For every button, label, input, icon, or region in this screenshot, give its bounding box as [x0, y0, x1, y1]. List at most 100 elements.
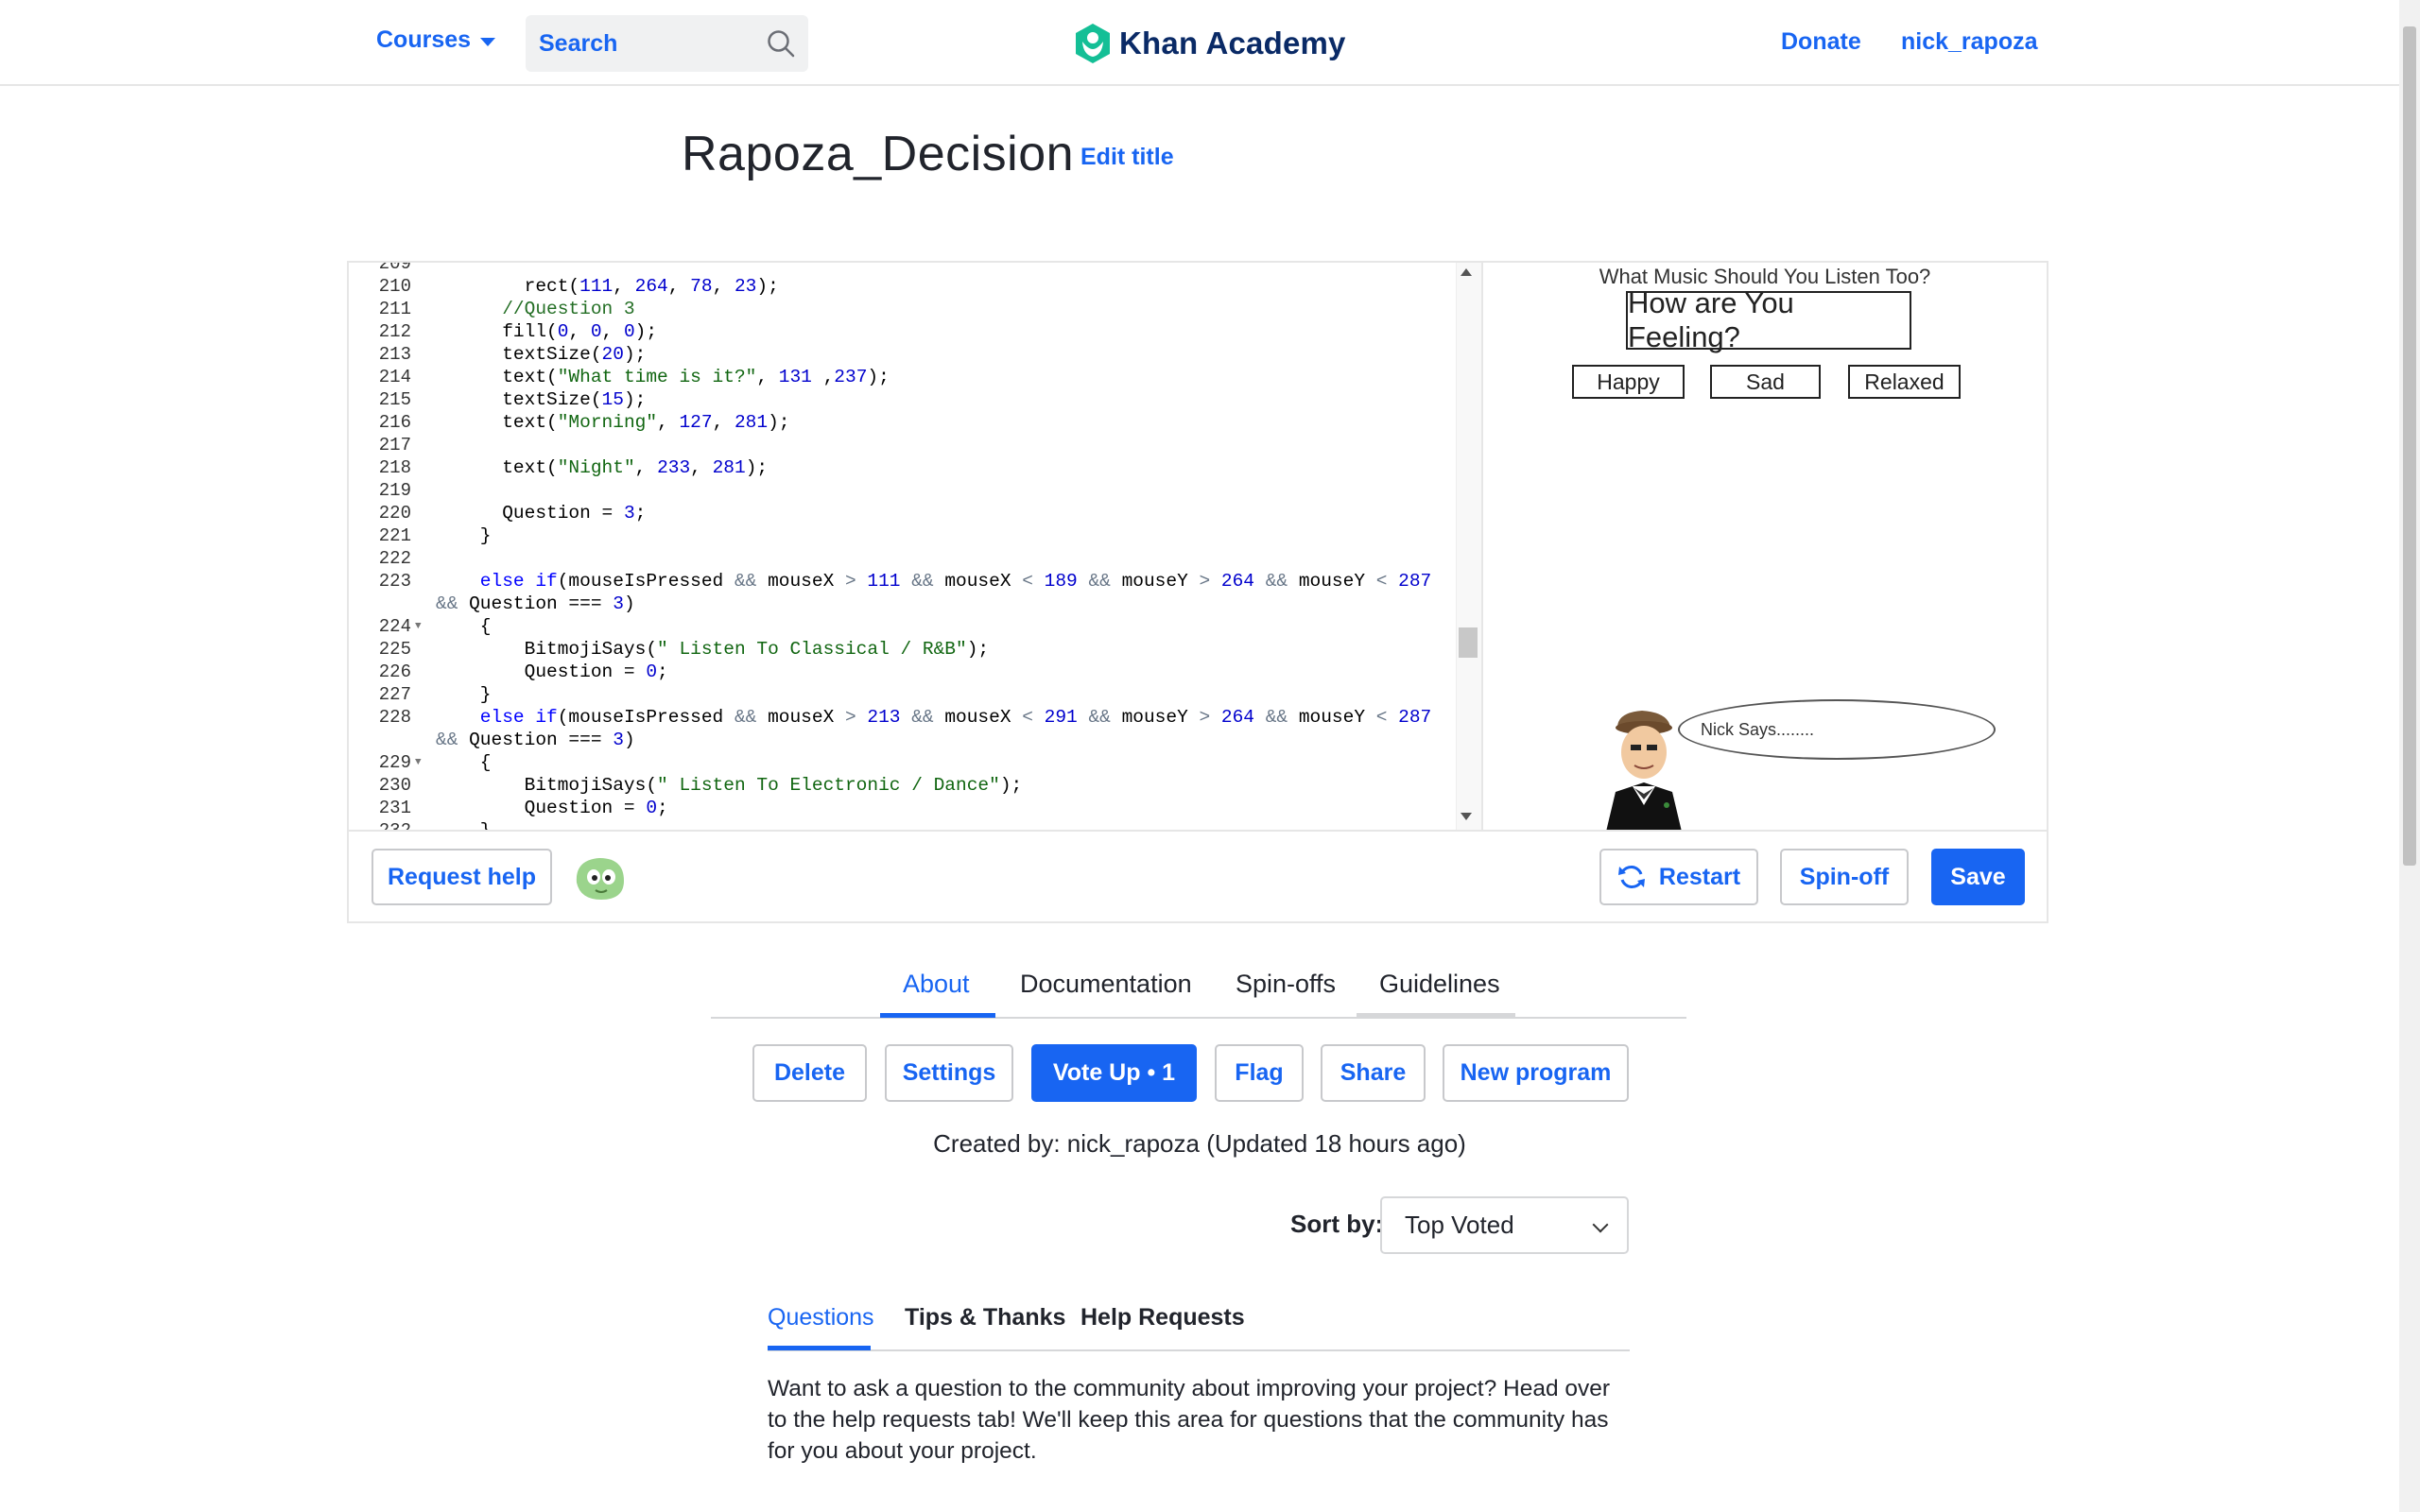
- code-line[interactable]: 214 text("What time is it?", 131 ,237);: [349, 366, 1455, 388]
- code-line[interactable]: 211 //Question 3: [349, 298, 1455, 320]
- code-line[interactable]: 212 fill(0, 0, 0);: [349, 320, 1455, 343]
- canvas-relaxed-button[interactable]: Relaxed: [1848, 365, 1961, 399]
- flag-button[interactable]: Flag: [1215, 1044, 1304, 1102]
- code-text: else if(mouseIsPressed && mouseX > 111 &…: [436, 571, 1432, 592]
- share-button[interactable]: Share: [1321, 1044, 1426, 1102]
- sort-select-value: Top Voted: [1405, 1211, 1514, 1239]
- canvas-sad-button[interactable]: Sad: [1710, 365, 1821, 399]
- page-scrollbar-thumb[interactable]: [2403, 26, 2416, 866]
- tab-spin-offs[interactable]: Spin-offs: [1236, 970, 1336, 999]
- code-line[interactable]: 230 BitmojiSays(" Listen To Electronic /…: [349, 774, 1455, 797]
- caret-down-icon: [480, 38, 496, 46]
- code-text: fill(0, 0, 0);: [436, 321, 658, 342]
- code-line[interactable]: 232 }: [349, 819, 1455, 830]
- line-number: 228: [378, 707, 411, 728]
- code-line[interactable]: && Question === 3): [349, 729, 1455, 751]
- line-number: 218: [378, 457, 411, 478]
- code-line[interactable]: 231 Question = 0;: [349, 797, 1455, 819]
- tab-help-requests[interactable]: Help Requests: [1080, 1304, 1245, 1332]
- created-by-text: Created by: nick_rapoza (Updated 18 hour…: [933, 1129, 1466, 1158]
- line-number: 215: [378, 389, 411, 410]
- code-line[interactable]: 217: [349, 434, 1455, 456]
- code-text: && Question === 3): [436, 730, 635, 750]
- user-menu[interactable]: nick_rapoza: [1901, 28, 2038, 56]
- program-output-canvas[interactable]: What Music Should You Listen Too? How ar…: [1483, 263, 2047, 830]
- code-line[interactable]: 224 ▼ {: [349, 615, 1455, 638]
- line-number: 230: [378, 775, 411, 796]
- line-number: 224: [378, 616, 411, 637]
- code-line[interactable]: 220 Question = 3;: [349, 502, 1455, 524]
- search-placeholder: Search: [539, 29, 618, 57]
- line-number: 214: [378, 367, 411, 387]
- line-number: 209: [378, 263, 411, 274]
- search-icon[interactable]: [767, 29, 795, 58]
- canvas-happy-button[interactable]: Happy: [1572, 365, 1685, 399]
- request-help-button[interactable]: Request help: [372, 849, 552, 905]
- tab-questions[interactable]: Questions: [768, 1304, 874, 1332]
- code-line[interactable]: 213 textSize(20);: [349, 343, 1455, 366]
- avatar[interactable]: [571, 849, 630, 905]
- scroll-down-arrow-icon[interactable]: [1461, 813, 1472, 820]
- code-line[interactable]: 222: [349, 547, 1455, 570]
- code-text: Question = 0;: [436, 662, 668, 682]
- line-number: 217: [378, 435, 411, 455]
- code-text: textSize(20);: [436, 344, 647, 365]
- settings-button[interactable]: Settings: [885, 1044, 1013, 1102]
- questions-help-text: Want to ask a question to the community …: [768, 1376, 1611, 1464]
- search-input[interactable]: Search: [526, 15, 808, 72]
- tab-tips-and-thanks[interactable]: Tips & Thanks: [905, 1304, 1065, 1332]
- code-text: && Question === 3): [436, 593, 635, 614]
- fold-arrow-icon[interactable]: ▼: [415, 615, 422, 638]
- tab-documentation[interactable]: Documentation: [1020, 970, 1192, 999]
- code-line[interactable]: 210 rect(111, 264, 78, 23);: [349, 275, 1455, 298]
- line-number: 232: [349, 819, 411, 830]
- code-text: //Question 3: [436, 299, 635, 319]
- tab-guidelines[interactable]: Guidelines: [1379, 970, 1500, 999]
- code-text: BitmojiSays(" Listen To Electronic / Dan…: [436, 775, 1023, 796]
- new-program-button[interactable]: New program: [1443, 1044, 1629, 1102]
- line-number: 216: [378, 412, 411, 433]
- sort-select[interactable]: Top Voted: [1380, 1196, 1629, 1254]
- code-line[interactable]: 225 BitmojiSays(" Listen To Classical / …: [349, 638, 1455, 661]
- editor-scrollbar[interactable]: [1456, 263, 1481, 830]
- scroll-up-arrow-icon[interactable]: [1461, 268, 1472, 276]
- code-line[interactable]: 228 else if(mouseIsPressed && mouseX > 2…: [349, 706, 1455, 729]
- fold-arrow-icon[interactable]: ▼: [415, 751, 422, 774]
- line-number: 219: [378, 480, 411, 501]
- courses-menu[interactable]: Courses: [376, 26, 496, 54]
- code-text: text("Night", 233, 281);: [436, 457, 769, 478]
- code-text: {: [436, 616, 492, 637]
- spin-off-button[interactable]: Spin-off: [1780, 849, 1909, 905]
- active-subtab-indicator: [768, 1346, 871, 1350]
- code-line[interactable]: 227 }: [349, 683, 1455, 706]
- edit-title-link[interactable]: Edit title: [1080, 144, 1174, 171]
- editor-scrollbar-thumb[interactable]: [1459, 627, 1478, 658]
- delete-button[interactable]: Delete: [752, 1044, 867, 1102]
- code-line[interactable]: 215 textSize(15);: [349, 388, 1455, 411]
- code-text: }: [436, 684, 492, 705]
- canvas-feeling-box: How are You Feeling?: [1626, 286, 1911, 353]
- divider: [349, 830, 2047, 832]
- code-line[interactable]: 229 ▼ {: [349, 751, 1455, 774]
- code-line[interactable]: 226 Question = 0;: [349, 661, 1455, 683]
- line-number: 226: [378, 662, 411, 682]
- code-editor[interactable]: 209 210 rect(111, 264, 78, 23); 211 //Ques…: [349, 263, 1481, 830]
- code-line[interactable]: 209: [349, 263, 1455, 275]
- khan-academy-logo[interactable]: Khan Academy: [1074, 23, 1346, 64]
- subtabs-divider: [768, 1349, 1630, 1351]
- tab-about[interactable]: About: [903, 970, 970, 999]
- code-line[interactable]: 216 text("Morning", 127, 281);: [349, 411, 1455, 434]
- code-line[interactable]: 221 }: [349, 524, 1455, 547]
- code-line[interactable]: 223 else if(mouseIsPressed && mouseX > 1…: [349, 570, 1455, 593]
- code-line[interactable]: 218 text("Night", 233, 281);: [349, 456, 1455, 479]
- line-number: 213: [378, 344, 411, 365]
- vote-up-button[interactable]: Vote Up • 1: [1031, 1044, 1197, 1102]
- code-line[interactable]: 219: [349, 479, 1455, 502]
- code-text: textSize(15);: [436, 389, 647, 410]
- line-number: 227: [378, 684, 411, 705]
- donate-link[interactable]: Donate: [1781, 28, 1861, 56]
- restart-button[interactable]: Restart: [1599, 849, 1758, 905]
- save-button[interactable]: Save: [1931, 849, 2025, 905]
- line-number: 211: [378, 299, 411, 319]
- code-line[interactable]: && Question === 3): [349, 593, 1455, 615]
